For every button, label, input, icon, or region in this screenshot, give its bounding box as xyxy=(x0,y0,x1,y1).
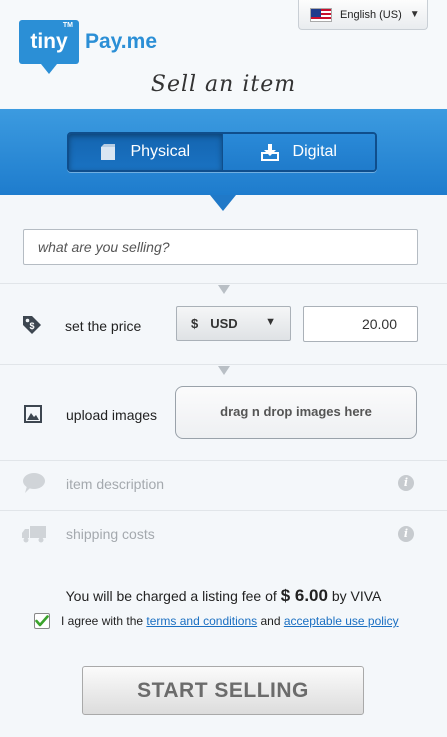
band-pointer xyxy=(210,195,236,211)
price-label: set the price xyxy=(65,318,142,334)
item-name-input[interactable] xyxy=(23,229,418,265)
item-type-toggle: Physical Digital xyxy=(67,132,377,172)
truck-icon xyxy=(22,526,46,543)
currency-select[interactable]: $ USD ▼ xyxy=(176,306,291,341)
image-dropzone[interactable]: drag n drop images here xyxy=(175,386,417,439)
physical-option[interactable]: Physical xyxy=(69,134,222,170)
terms-link[interactable]: terms and conditions xyxy=(146,614,257,628)
speech-bubble-icon xyxy=(23,473,45,493)
chevron-down-icon: ▼ xyxy=(409,9,420,20)
fee-prefix: You will be charged a listing fee of xyxy=(65,588,277,604)
shipping-label[interactable]: shipping costs xyxy=(66,526,155,542)
agree-checkbox[interactable] xyxy=(34,613,50,629)
image-icon xyxy=(24,405,42,423)
price-input[interactable] xyxy=(303,306,418,342)
description-label[interactable]: item description xyxy=(66,476,164,492)
price-tag-icon: $ xyxy=(23,316,41,334)
agree-and: and xyxy=(260,614,281,628)
page-title: Sell an item xyxy=(150,72,297,97)
chevron-down-icon: ▼ xyxy=(265,316,276,328)
aup-link[interactable]: acceptable use policy xyxy=(284,614,399,628)
logo-bubble: tiny TM xyxy=(19,20,79,74)
box-icon xyxy=(101,144,116,160)
listing-fee-text: You will be charged a listing fee of $ 6… xyxy=(0,586,447,606)
separator-arrow xyxy=(218,366,230,375)
us-flag-icon xyxy=(310,7,332,22)
language-label: English (US) xyxy=(340,8,402,21)
svg-text:$: $ xyxy=(29,321,34,331)
fee-amount: $ 6.00 xyxy=(280,586,328,605)
logo-tiny-text: tiny xyxy=(30,30,68,53)
divider xyxy=(0,364,447,365)
upload-images-label: upload images xyxy=(66,407,158,423)
currency-symbol: $ xyxy=(191,316,199,331)
checkmark-icon xyxy=(35,615,49,627)
divider xyxy=(0,510,447,511)
divider xyxy=(0,460,447,461)
agree-prefix: I agree with the xyxy=(61,614,144,628)
info-icon[interactable]: i xyxy=(398,526,414,542)
physical-label: Physical xyxy=(130,143,191,160)
download-icon xyxy=(260,144,279,161)
logo-trademark: TM xyxy=(62,22,73,29)
tinypay-logo[interactable]: tiny TM Pay.me xyxy=(19,20,157,74)
digital-option[interactable]: Digital xyxy=(221,134,375,170)
logo-pay-text: Pay.me xyxy=(85,30,157,53)
agreement-row: I agree with the terms and conditions an… xyxy=(34,613,399,629)
language-selector[interactable]: English (US) ▼ xyxy=(298,0,428,30)
divider xyxy=(0,283,447,284)
start-selling-button[interactable]: START SELLING xyxy=(82,666,364,715)
info-icon[interactable]: i xyxy=(398,475,414,491)
fee-suffix: by VIVA xyxy=(331,588,382,604)
currency-code: USD xyxy=(210,316,238,331)
digital-label: Digital xyxy=(292,143,337,160)
separator-arrow xyxy=(218,285,230,294)
